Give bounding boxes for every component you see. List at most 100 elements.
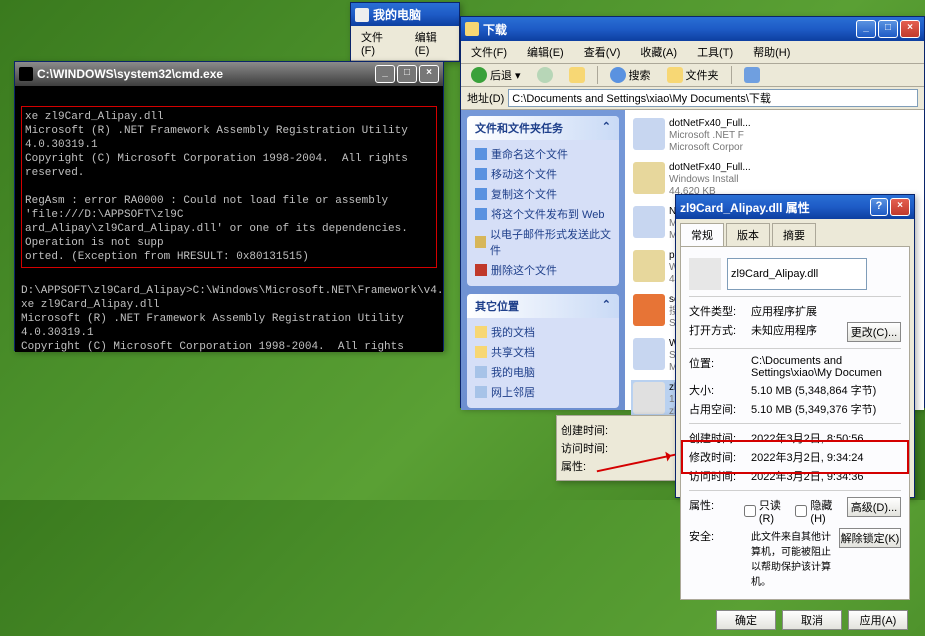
change-button[interactable]: 更改(C)... [847, 322, 901, 342]
delete-icon [475, 264, 487, 276]
dll-icon [633, 382, 665, 414]
menu-edit[interactable]: 编辑(E) [411, 28, 453, 58]
docs-icon [475, 326, 487, 338]
props-buttons: 确定 取消 应用(A) [676, 604, 914, 636]
cmd-icon [19, 67, 33, 81]
mycomp-menubar: 文件(F) 编辑(E) [351, 26, 459, 61]
filename-input[interactable] [727, 258, 867, 290]
collapse-icon[interactable]: ⌃ [602, 298, 611, 314]
move-icon [475, 168, 487, 180]
maximize-button[interactable]: □ [397, 65, 417, 83]
exe-icon [633, 206, 665, 238]
minimize-button[interactable]: _ [856, 20, 876, 38]
computer-icon [475, 366, 487, 378]
address-input[interactable] [508, 89, 918, 107]
cmd-title: C:\WINDOWS\system32\cmd.exe [37, 67, 223, 81]
menu-view[interactable]: 查看(V) [580, 43, 625, 61]
task-publish[interactable]: 将这个文件发布到 Web [475, 204, 611, 224]
cancel-button[interactable]: 取消 [782, 610, 842, 630]
folders-icon [667, 67, 683, 83]
tab-summary[interactable]: 摘要 [772, 223, 816, 246]
menu-help[interactable]: 帮助(H) [749, 43, 794, 61]
menu-edit[interactable]: 编辑(E) [523, 43, 568, 61]
side-panel: 文件和文件夹任务 ⌃ 重命名这个文件 移动这个文件 复制这个文件 将这个文件发布到… [461, 110, 625, 410]
forward-icon [537, 67, 553, 83]
file-tasks-title: 文件和文件夹任务 [475, 120, 563, 136]
task-copy[interactable]: 复制这个文件 [475, 184, 611, 204]
ok-button[interactable]: 确定 [716, 610, 776, 630]
collapse-icon[interactable]: ⌃ [602, 120, 611, 136]
size-value: 5.10 MB (5,348,864 字节) [751, 382, 901, 398]
properties-dialog[interactable]: zl9Card_Alipay.dll 属性 ? × 常规 版本 摘要 文件类型:… [675, 194, 915, 498]
forward-button[interactable] [533, 66, 557, 84]
shared-icon [475, 346, 487, 358]
accessed-value: 2022年3月2日, 9:34:36 [751, 468, 901, 484]
rename-icon [475, 148, 487, 160]
advanced-button[interactable]: 高级(D)... [847, 497, 901, 517]
other-title: 其它位置 [475, 298, 519, 314]
help-button[interactable]: ? [870, 198, 888, 216]
other-places-group: 其它位置 ⌃ 我的文档 共享文档 我的电脑 网上邻居 [467, 294, 619, 408]
task-email[interactable]: 以电子邮件形式发送此文件 [475, 224, 611, 260]
close-button[interactable]: × [419, 65, 439, 83]
views-icon [744, 67, 760, 83]
tab-general[interactable]: 常规 [680, 223, 724, 246]
place-shared[interactable]: 共享文档 [475, 342, 611, 362]
props-panel: 文件类型:应用程序扩展 打开方式:未知应用程序更改(C)... 位置:C:\Do… [680, 246, 910, 600]
back-icon [471, 67, 487, 83]
unblock-button[interactable]: 解除锁定(K) [839, 528, 901, 548]
downloads-toolbar: 后退▾ 搜索 文件夹 [461, 64, 924, 87]
props-titlebar[interactable]: zl9Card_Alipay.dll 属性 ? × [676, 195, 914, 219]
props-title: zl9Card_Alipay.dll 属性 [680, 199, 810, 216]
cmd-window[interactable]: C:\WINDOWS\system32\cmd.exe _ □ × xe zl9… [14, 61, 444, 351]
web-icon [475, 208, 487, 220]
my-computer-window[interactable]: 我的电脑 文件(F) 编辑(E) [350, 2, 460, 62]
task-delete[interactable]: 删除这个文件 [475, 260, 611, 280]
tab-version[interactable]: 版本 [726, 223, 770, 246]
maximize-button[interactable]: □ [878, 20, 898, 38]
network-icon [475, 386, 487, 398]
dll-icon [689, 258, 721, 290]
menu-file[interactable]: 文件(F) [467, 43, 511, 61]
search-icon [610, 67, 626, 83]
back-button[interactable]: 后退▾ [467, 66, 525, 84]
close-button[interactable]: × [900, 20, 920, 38]
downloads-titlebar[interactable]: 下载 _ □ × [461, 17, 924, 41]
minimize-button[interactable]: _ [375, 65, 395, 83]
divider [731, 66, 732, 84]
search-button[interactable]: 搜索 [606, 66, 655, 84]
chevron-down-icon: ▾ [515, 69, 521, 82]
file-tasks-group: 文件和文件夹任务 ⌃ 重命名这个文件 移动这个文件 复制这个文件 将这个文件发布到… [467, 116, 619, 286]
divider [597, 66, 598, 84]
downloads-title: 下载 [483, 21, 507, 38]
mycomp-titlebar[interactable]: 我的电脑 [351, 3, 459, 26]
list-item[interactable]: dotNetFx40_Full...Microsoft .NET FMicros… [631, 116, 791, 156]
apply-button[interactable]: 应用(A) [848, 610, 908, 630]
menu-tools[interactable]: 工具(T) [693, 43, 737, 61]
copy-icon [475, 188, 487, 200]
menu-file[interactable]: 文件(F) [357, 28, 399, 58]
readonly-checkbox[interactable]: 只读(R) [744, 497, 790, 525]
folder-icon [465, 22, 479, 36]
msi-icon [633, 162, 665, 194]
task-move[interactable]: 移动这个文件 [475, 164, 611, 184]
place-network[interactable]: 网上邻居 [475, 382, 611, 402]
cmd-titlebar[interactable]: C:\WINDOWS\system32\cmd.exe _ □ × [15, 62, 443, 86]
exe-icon [633, 338, 665, 370]
cmd-body[interactable]: xe zl9Card_Alipay.dll Microsoft (R) .NET… [15, 86, 443, 352]
msi-icon [633, 250, 665, 282]
task-rename[interactable]: 重命名这个文件 [475, 144, 611, 164]
cmd-mid-block: D:\APPSOFT\zl9Card_Alipay>C:\Windows\Mic… [21, 284, 437, 352]
location-value: C:\Documents and Settings\xiao\My Docume… [751, 355, 901, 379]
exe-icon [633, 118, 665, 150]
up-button[interactable] [565, 66, 589, 84]
menu-fav[interactable]: 收藏(A) [636, 43, 681, 61]
place-computer[interactable]: 我的电脑 [475, 362, 611, 382]
disk-value: 5.10 MB (5,349,376 字节) [751, 401, 901, 417]
hidden-checkbox[interactable]: 隐藏(H) [795, 497, 841, 525]
sogou-icon [633, 294, 665, 326]
views-button[interactable] [740, 66, 764, 84]
close-button[interactable]: × [890, 198, 910, 216]
folders-button[interactable]: 文件夹 [663, 66, 723, 84]
place-documents[interactable]: 我的文档 [475, 322, 611, 342]
